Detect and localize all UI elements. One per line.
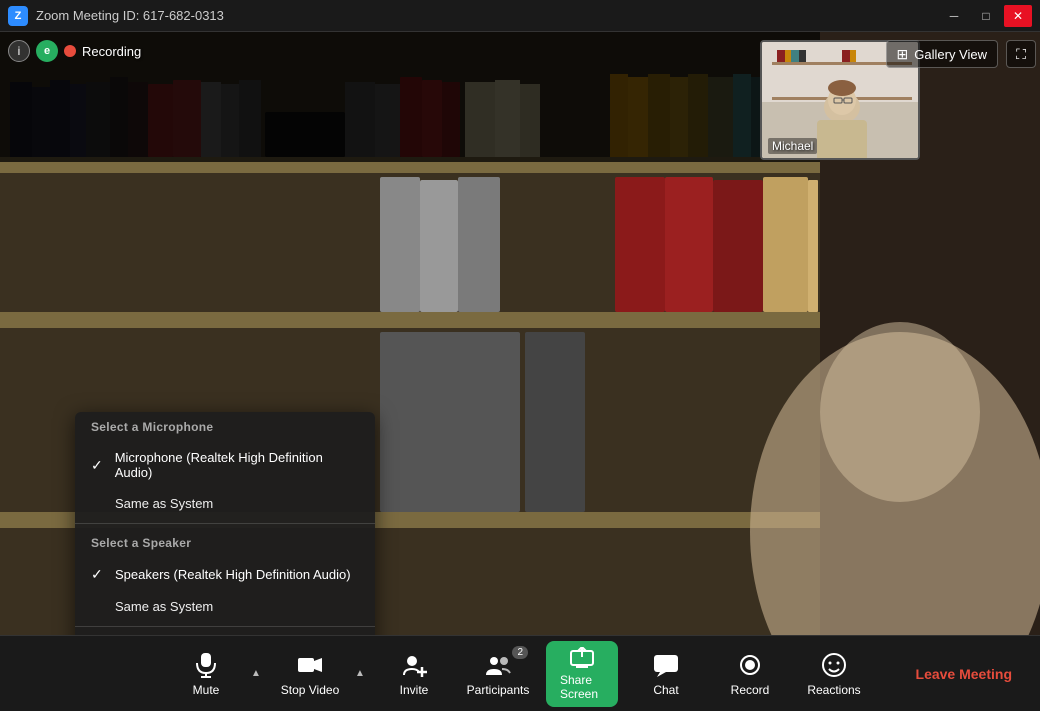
stop-video-button[interactable]: Stop Video: [270, 640, 350, 708]
stop-video-group: Stop Video ▲: [270, 640, 370, 708]
mute-arrow-button[interactable]: ▲: [246, 640, 266, 708]
info-button[interactable]: i: [8, 40, 30, 62]
share-screen-icon: [570, 647, 594, 669]
video-icon: [296, 651, 324, 679]
title-bar: Z Zoom Meeting ID: 617-682-0313 ─ □ ✕: [0, 0, 1040, 32]
self-view-name: Michael: [768, 138, 817, 154]
video-area: ⊞ Gallery View ⛶ i e Recording: [0, 32, 1040, 667]
mute-group: Mute ▲: [166, 640, 266, 708]
close-button[interactable]: ✕: [1004, 5, 1032, 27]
menu-divider-2: [75, 626, 375, 627]
reactions-label: Reactions: [807, 683, 860, 697]
window-controls: ─ □ ✕: [940, 5, 1032, 27]
invite-label: Invite: [400, 683, 429, 697]
record-button[interactable]: Record: [710, 640, 790, 708]
participants-icon: [484, 651, 512, 679]
gallery-view-button[interactable]: ⊞ Gallery View: [886, 40, 998, 68]
share-screen-wrapper: Share Screen: [546, 641, 618, 707]
speaker-option-1[interactable]: ✓ Speakers (Realtek High Definition Audi…: [75, 558, 375, 591]
mute-label: Mute: [193, 683, 220, 697]
reactions-button[interactable]: Reactions: [794, 640, 874, 708]
chat-icon: [652, 651, 680, 679]
record-icon: [736, 651, 764, 679]
speaker-option-2-label: Same as System: [115, 599, 213, 614]
mute-button[interactable]: Mute: [166, 640, 246, 708]
chat-label: Chat: [653, 683, 678, 697]
fullscreen-icon: ⛶: [1016, 46, 1026, 63]
toolbar: Mute ▲ Stop Video ▲ Invite: [0, 635, 1040, 711]
invite-icon: [400, 651, 428, 679]
gallery-view-label: Gallery View: [914, 47, 987, 62]
grid-icon: ⊞: [897, 46, 909, 63]
stop-video-label: Stop Video: [281, 683, 340, 697]
enc-icon: e: [44, 45, 50, 57]
participants-count-badge: 2: [512, 646, 528, 659]
invite-button[interactable]: Invite: [374, 640, 454, 708]
fullscreen-button[interactable]: ⛶: [1006, 40, 1036, 68]
share-screen-button[interactable]: Share Screen: [542, 640, 622, 708]
speaker-option-2[interactable]: Same as System: [75, 591, 375, 622]
recording-dot: [64, 45, 76, 57]
participants-button[interactable]: 2 Participants: [458, 640, 538, 708]
reactions-icon: [820, 651, 848, 679]
encryption-badge: e: [36, 40, 58, 62]
zoom-logo: Z: [8, 6, 28, 26]
audio-context-menu: Select a Microphone ✓ Microphone (Realte…: [75, 412, 375, 667]
mic-option-1[interactable]: ✓ Microphone (Realtek High Definition Au…: [75, 442, 375, 488]
chat-button[interactable]: Chat: [626, 640, 706, 708]
video-arrow-button[interactable]: ▲: [350, 640, 370, 708]
mic-icon: [192, 651, 220, 679]
meeting-title: Zoom Meeting ID: 617-682-0313: [36, 8, 224, 23]
record-label: Record: [731, 683, 770, 697]
mic-option-2[interactable]: Same as System: [75, 488, 375, 519]
checkmark-icon: ✓: [91, 457, 107, 474]
speaker-option-1-label: Speakers (Realtek High Definition Audio): [115, 567, 351, 582]
top-controls: ⊞ Gallery View ⛶: [886, 40, 1036, 68]
participants-label: Participants: [467, 683, 530, 697]
microphone-header: Select a Microphone: [75, 412, 375, 442]
title-left: Z Zoom Meeting ID: 617-682-0313: [8, 6, 224, 26]
recording-label: Recording: [82, 44, 141, 59]
leave-meeting-button[interactable]: Leave Meeting: [904, 658, 1024, 690]
mic-option-1-label: Microphone (Realtek High Definition Audi…: [115, 450, 359, 480]
maximize-button[interactable]: □: [972, 5, 1000, 27]
minimize-button[interactable]: ─: [940, 5, 968, 27]
speaker-header: Select a Speaker: [75, 528, 375, 558]
share-screen-label: Share Screen: [560, 673, 604, 701]
mic-option-2-label: Same as System: [115, 496, 213, 511]
checkmark-icon-2: ✓: [91, 566, 107, 583]
menu-divider-1: [75, 523, 375, 524]
recording-indicator: i e Recording: [8, 40, 141, 62]
